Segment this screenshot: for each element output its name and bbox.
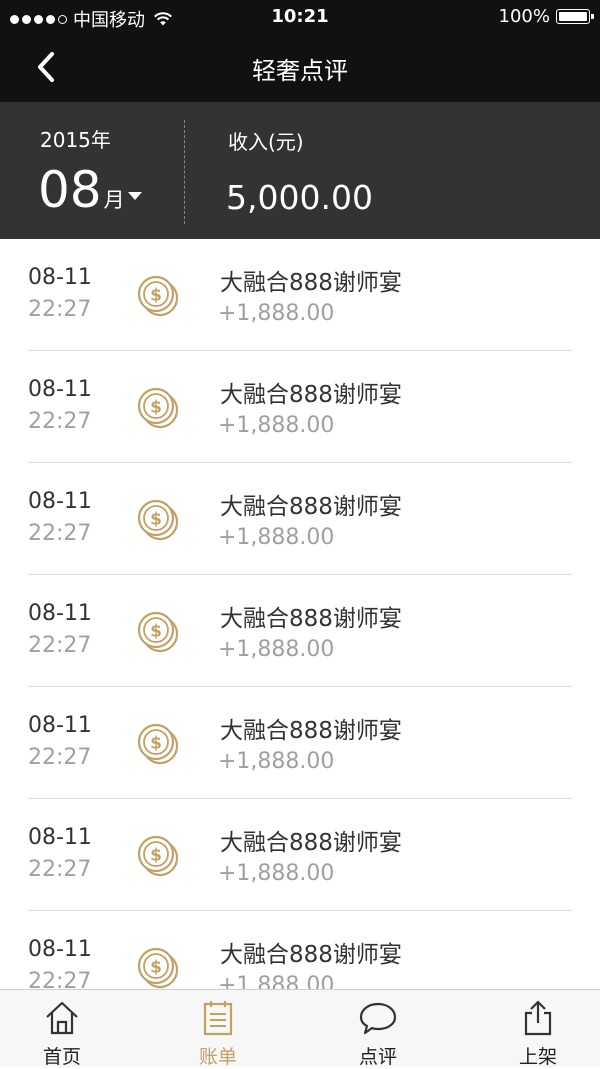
income-label: 收入(元) xyxy=(228,130,304,154)
transaction-row[interactable]: 08-11 22:27 $ 大融合888谢师宴 +1,888.00 xyxy=(0,799,600,911)
tab-bar: 首页 账单 点评 上架 xyxy=(0,989,600,1068)
coin-dollar-icon: $ xyxy=(137,947,179,989)
share-upload-icon xyxy=(524,1000,552,1036)
transaction-row[interactable]: 08-11 22:27 $ 大融合888谢师宴 +1,888.00 xyxy=(0,463,600,575)
month-selector[interactable]: 08 月 xyxy=(38,162,142,218)
income-value: 5,000.00 xyxy=(226,178,373,217)
svg-text:$: $ xyxy=(150,286,162,306)
transaction-row[interactable]: 08-11 22:27 $ 大融合888谢师宴 +1,888.00 xyxy=(0,911,600,989)
transaction-amount: +1,888.00 xyxy=(218,973,335,989)
transaction-amount: +1,888.00 xyxy=(218,525,335,550)
coin-dollar-icon: $ xyxy=(137,723,179,765)
transaction-name: 大融合888谢师宴 xyxy=(220,718,402,744)
transaction-name: 大融合888谢师宴 xyxy=(220,270,402,296)
tab-home[interactable]: 首页 xyxy=(2,990,122,1068)
transaction-time: 22:27 xyxy=(28,969,92,989)
transaction-amount: +1,888.00 xyxy=(218,749,335,774)
transaction-row[interactable]: 08-11 22:27 $ 大融合888谢师宴 +1,888.00 xyxy=(0,575,600,687)
page-title: 轻奢点评 xyxy=(252,57,348,85)
summary-panel: 2015年 08 月 收入(元) 5,000.00 xyxy=(0,102,600,239)
chat-bubble-icon xyxy=(359,1002,397,1035)
svg-text:$: $ xyxy=(150,510,162,530)
status-bar: 中国移动 10:21 100% xyxy=(0,0,600,34)
nav-bar: 轻奢点评 xyxy=(0,34,600,102)
svg-text:$: $ xyxy=(150,958,162,978)
transaction-name: 大融合888谢师宴 xyxy=(220,830,402,856)
transaction-date: 08-11 xyxy=(28,377,92,402)
transaction-date: 08-11 xyxy=(28,489,92,514)
tab-home-label: 首页 xyxy=(42,1046,81,1068)
transaction-amount: +1,888.00 xyxy=(218,861,335,886)
transaction-name: 大融合888谢师宴 xyxy=(220,494,402,520)
transaction-row[interactable]: 08-11 22:27 $ 大融合888谢师宴 +1,888.00 xyxy=(0,239,600,351)
month-value: 08 xyxy=(38,161,102,219)
tab-publish-label: 上架 xyxy=(518,1046,557,1068)
transaction-row[interactable]: 08-11 22:27 $ 大融合888谢师宴 +1,888.00 xyxy=(0,351,600,463)
coin-dollar-icon: $ xyxy=(137,835,179,877)
tab-bill[interactable]: 账单 xyxy=(158,990,278,1068)
tab-bill-label: 账单 xyxy=(198,1046,237,1068)
year-label: 2015年 xyxy=(40,128,111,152)
tab-review[interactable]: 点评 xyxy=(318,990,438,1068)
transaction-time: 22:27 xyxy=(28,745,92,770)
transaction-row[interactable]: 08-11 22:27 $ 大融合888谢师宴 +1,888.00 xyxy=(0,687,600,799)
battery-percent: 100% xyxy=(498,6,550,27)
bill-icon xyxy=(203,1001,233,1036)
transaction-amount: +1,888.00 xyxy=(218,301,335,326)
coin-dollar-icon: $ xyxy=(137,611,179,653)
transaction-time: 22:27 xyxy=(28,521,92,546)
transaction-date: 08-11 xyxy=(28,265,92,290)
status-right: 100% xyxy=(498,6,594,27)
coin-dollar-icon: $ xyxy=(137,499,179,541)
transaction-time: 22:27 xyxy=(28,297,92,322)
battery-icon xyxy=(556,9,594,24)
coin-dollar-icon: $ xyxy=(137,275,179,317)
caret-down-icon xyxy=(127,192,142,200)
transaction-time: 22:27 xyxy=(28,409,92,434)
home-icon xyxy=(46,1001,78,1035)
transaction-time: 22:27 xyxy=(28,633,92,658)
tab-publish[interactable]: 上架 xyxy=(478,990,598,1068)
transaction-date: 08-11 xyxy=(28,825,92,850)
transaction-date: 08-11 xyxy=(28,713,92,738)
transaction-list[interactable]: 08-11 22:27 $ 大融合888谢师宴 +1,888.00 08-11 … xyxy=(0,239,600,989)
transaction-date: 08-11 xyxy=(28,601,92,626)
tab-review-label: 点评 xyxy=(358,1046,397,1068)
transaction-name: 大融合888谢师宴 xyxy=(220,942,402,968)
transaction-amount: +1,888.00 xyxy=(218,637,335,662)
svg-text:$: $ xyxy=(150,734,162,754)
transaction-date: 08-11 xyxy=(28,937,92,962)
month-unit: 月 xyxy=(103,188,125,212)
svg-text:$: $ xyxy=(150,398,162,418)
transaction-name: 大融合888谢师宴 xyxy=(220,606,402,632)
transaction-name: 大融合888谢师宴 xyxy=(220,382,402,408)
coin-dollar-icon: $ xyxy=(137,387,179,429)
svg-text:$: $ xyxy=(150,846,162,866)
transaction-time: 22:27 xyxy=(28,857,92,882)
transaction-amount: +1,888.00 xyxy=(218,413,335,438)
svg-text:$: $ xyxy=(150,622,162,642)
divider xyxy=(184,120,185,224)
